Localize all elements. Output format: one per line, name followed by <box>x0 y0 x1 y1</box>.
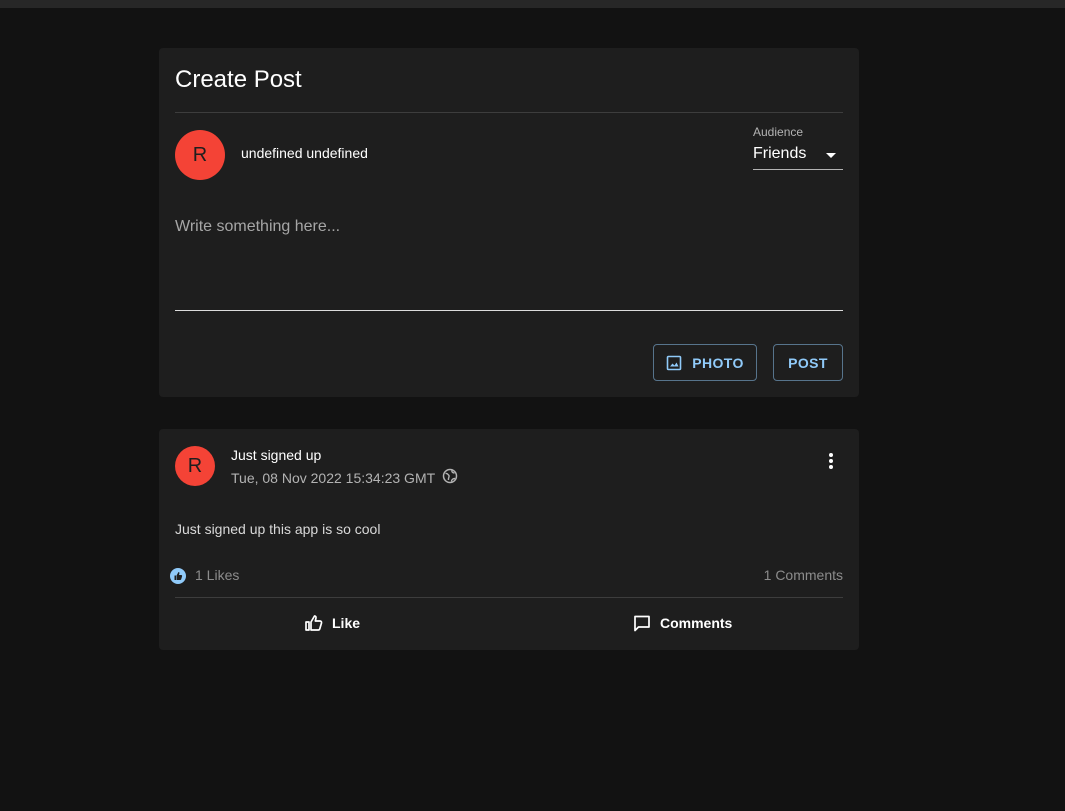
globe-icon <box>442 468 458 484</box>
avatar: R <box>175 130 225 180</box>
avatar-initial: R <box>187 454 203 477</box>
comment-icon <box>632 613 652 633</box>
like-button-label: Like <box>332 615 361 631</box>
like-button[interactable]: Like <box>304 609 360 637</box>
thumb-up-icon <box>304 613 324 633</box>
comments-count[interactable]: 1 Comments <box>764 567 843 583</box>
avatar-initial: R <box>192 143 208 166</box>
post-button-label: POST <box>788 354 828 371</box>
post-text-input[interactable]: Write something here... <box>175 214 843 311</box>
post-title: Just signed up <box>231 447 322 463</box>
like-count-icon <box>169 567 187 585</box>
post-timestamp: Tue, 08 Nov 2022 15:34:23 GMT <box>231 470 436 486</box>
post-button[interactable]: POST <box>773 344 843 381</box>
divider <box>175 597 843 598</box>
divider <box>175 112 843 113</box>
audience-value: Friends <box>753 145 807 162</box>
audience-label: Audience <box>753 125 804 139</box>
image-icon <box>666 355 682 371</box>
top-bar <box>0 0 1065 8</box>
comments-button[interactable]: Comments <box>632 609 732 637</box>
caret-down-icon <box>826 153 836 158</box>
likes-count: 1 Likes <box>195 567 240 583</box>
post-card: R Just signed up Tue, 08 Nov 2022 15:34:… <box>159 429 859 650</box>
create-post-title: Create Post <box>175 66 302 93</box>
avatar: R <box>175 446 215 486</box>
create-post-card: Create Post R undefined undefined Audien… <box>159 48 859 397</box>
photo-button-label: PHOTO <box>692 354 744 371</box>
post-input-placeholder: Write something here... <box>175 218 341 235</box>
photo-button[interactable]: PHOTO <box>653 344 757 381</box>
comments-button-label: Comments <box>660 615 733 631</box>
audience-select[interactable]: Friends <box>753 142 843 170</box>
more-options-icon[interactable] <box>819 449 843 473</box>
username: undefined undefined <box>241 145 368 161</box>
post-body: Just signed up this app is so cool <box>175 521 381 537</box>
